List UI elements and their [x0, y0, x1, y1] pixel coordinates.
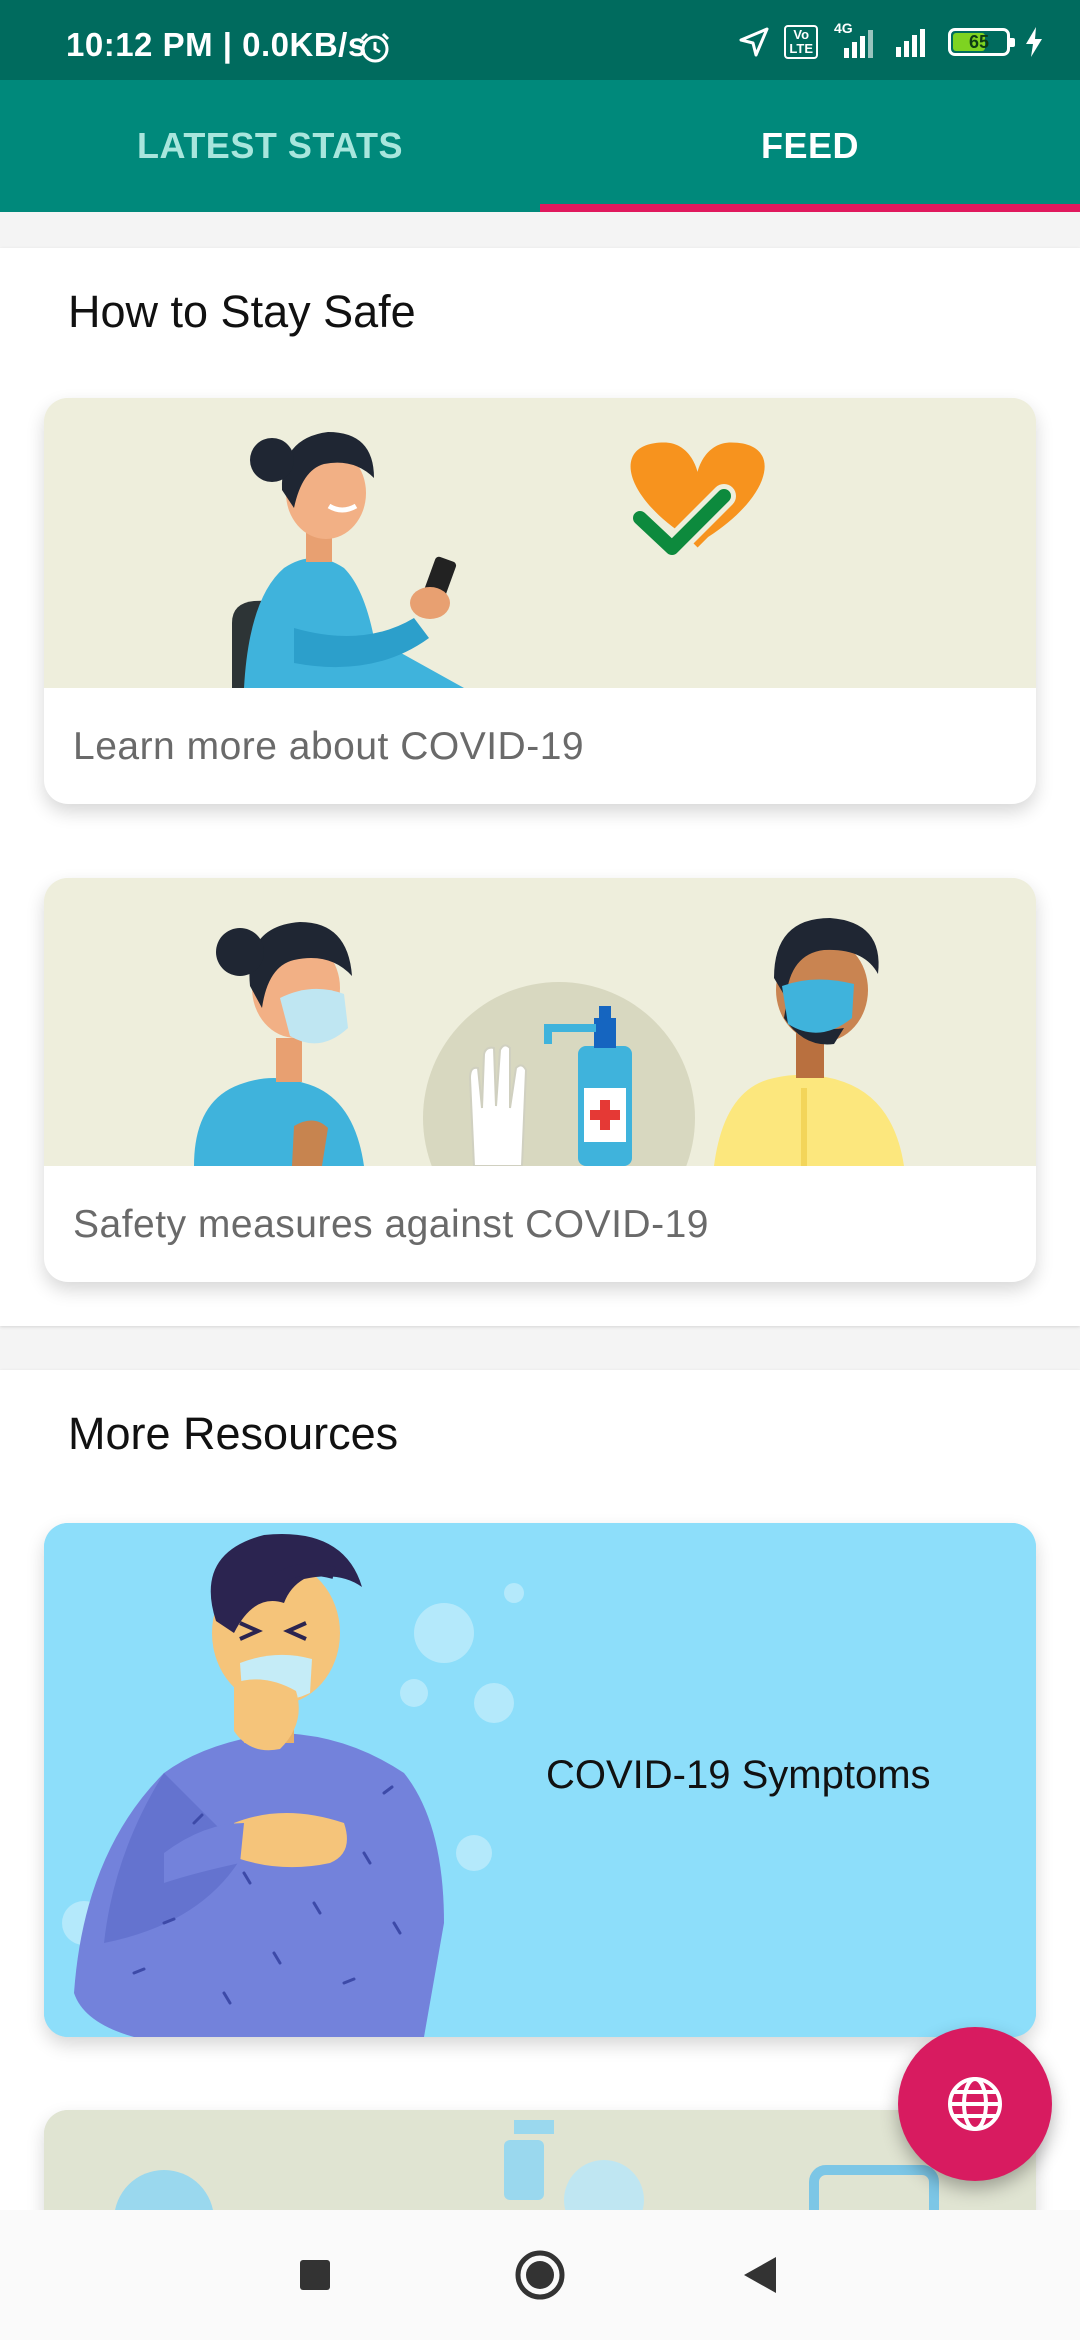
- tab-indicator: [540, 204, 1080, 212]
- learn-more-card[interactable]: Learn more about COVID-19: [44, 398, 1036, 804]
- status-time: 10:12 PM | 0.0KB/s: [66, 26, 367, 63]
- globe-icon: [948, 2077, 1002, 2131]
- home-button[interactable]: [480, 2210, 600, 2340]
- alarm-icon: [358, 31, 392, 70]
- status-bar: 10:12 PM | 0.0KB/s Vo LTE 4G 65: [0, 0, 1080, 80]
- masked-people-sanitizer-illustration: [44, 878, 1036, 1254]
- card-label: Safety measures against COVID-19: [73, 1203, 709, 1246]
- location-arrow-icon: [738, 26, 770, 58]
- battery-icon: 65: [948, 28, 1015, 56]
- safety-measures-card[interactable]: Safety measures against COVID-19: [44, 878, 1036, 1282]
- back-triangle-icon: [744, 2257, 776, 2293]
- stay-safe-section: How to Stay Safe Learn more about COVID-…: [0, 248, 1080, 1326]
- charging-bolt-icon: [1024, 26, 1044, 58]
- section-title: More Resources: [68, 1408, 399, 1459]
- tab-feed[interactable]: FEED: [540, 80, 1080, 212]
- tab-bar: LATEST STATS FEED: [0, 80, 1080, 212]
- card-label: COVID-19 Symptoms: [546, 1753, 931, 1797]
- woman-phone-heart-illustration: [44, 398, 1036, 688]
- signal-icon: [894, 25, 934, 59]
- section-title: How to Stay Safe: [68, 286, 416, 337]
- recents-button[interactable]: [255, 2210, 375, 2340]
- tab-latest-stats[interactable]: LATEST STATS: [0, 80, 540, 212]
- signal-4g-icon: 4G: [832, 20, 880, 60]
- battery-level: 65: [968, 32, 990, 52]
- language-fab[interactable]: [898, 2027, 1052, 2181]
- covid-symptoms-card[interactable]: COVID-19 Symptoms: [44, 1523, 1036, 2037]
- recents-square-icon: [300, 2260, 330, 2290]
- navigation-bar: [0, 2210, 1080, 2340]
- home-circle-icon: [515, 2250, 565, 2300]
- volte-icon: Vo LTE: [784, 25, 818, 59]
- back-button[interactable]: [700, 2210, 820, 2340]
- card-label: Learn more about COVID-19: [73, 725, 585, 768]
